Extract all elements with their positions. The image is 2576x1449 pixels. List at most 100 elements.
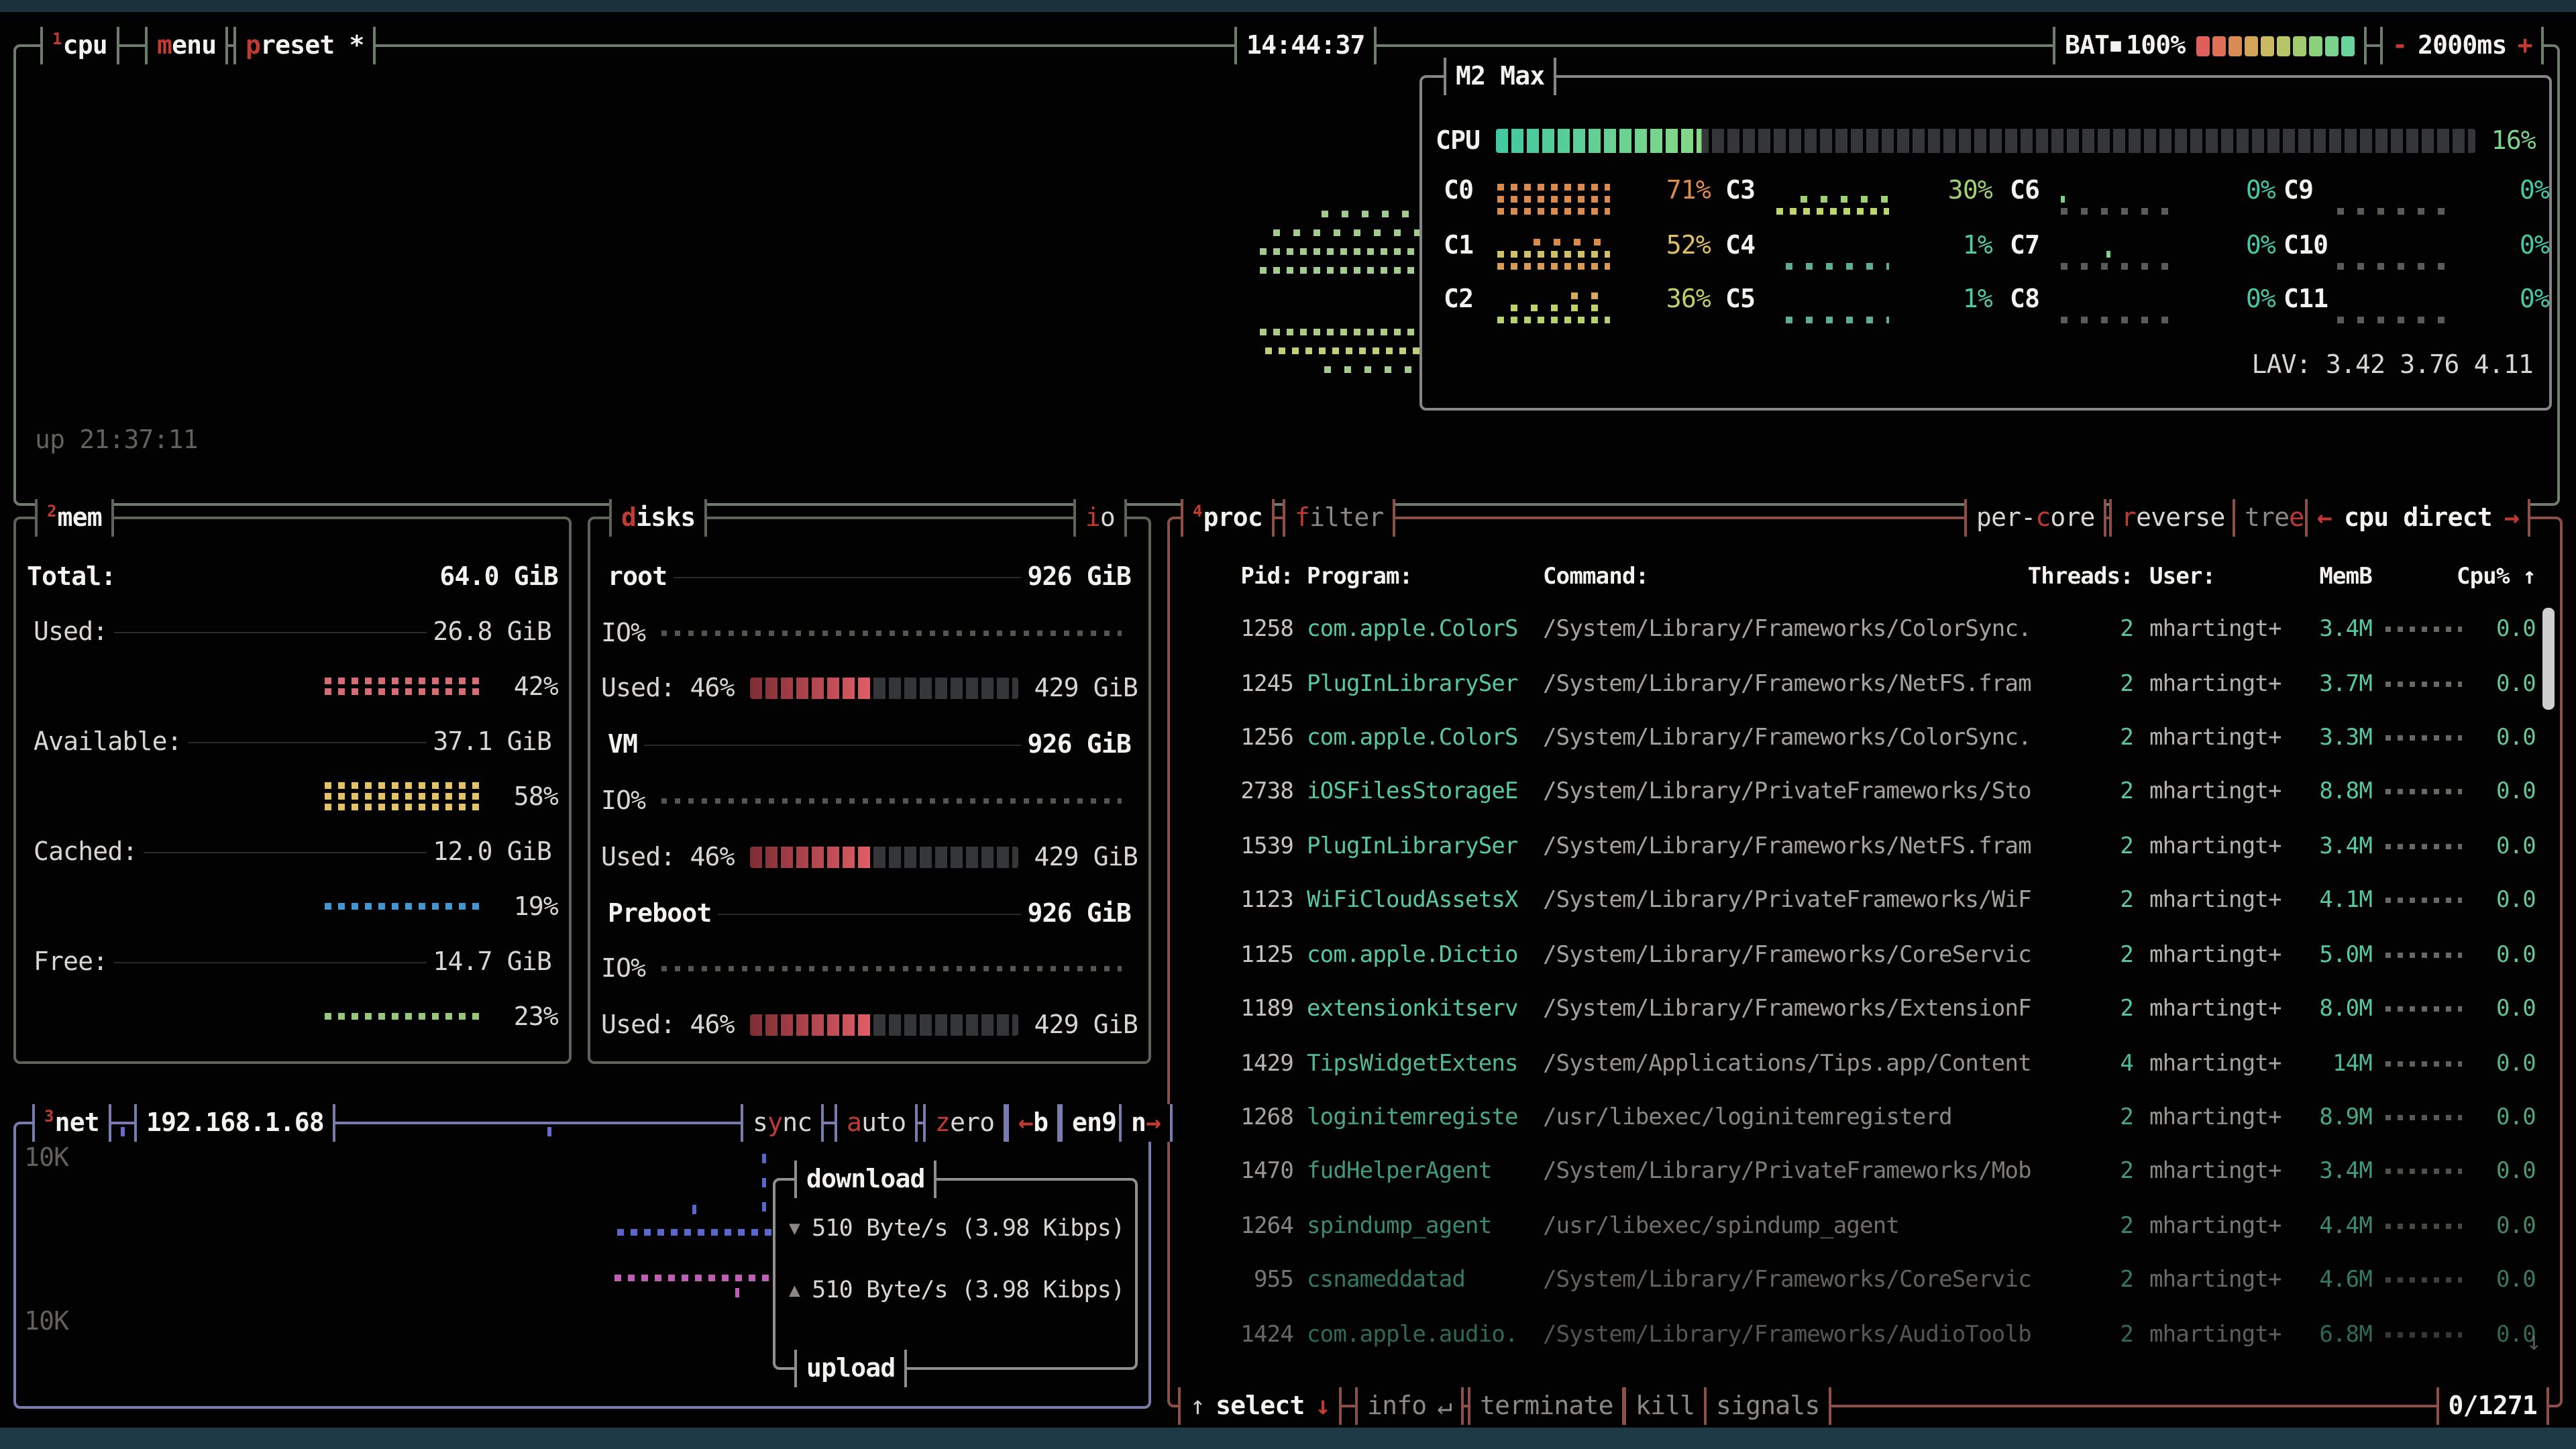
- btop-terminal: 1 cpu menu preset * 14:44:37 BAT■ 100% -…: [0, 0, 2576, 1449]
- sort-next-arrow-icon[interactable]: →: [2504, 503, 2519, 533]
- mem-stat-percent: 23%: [499, 1002, 558, 1031]
- process-row[interactable]: 1429TipsWidgetExtens/System/Applications…: [1181, 1036, 2549, 1091]
- io-toggle[interactable]: io: [1073, 499, 1127, 537]
- select-control[interactable]: ↑ select ↓: [1178, 1387, 1342, 1425]
- process-row[interactable]: 1539PlugInLibrarySer/System/Library/Fram…: [1181, 819, 2549, 873]
- process-mem: 3.4M: [2313, 1159, 2372, 1185]
- process-mem: 8.8M: [2313, 779, 2372, 806]
- column-threads[interactable]: Threads:: [1945, 564, 2133, 590]
- signals-button[interactable]: signals: [1704, 1387, 1832, 1425]
- process-row[interactable]: 1256com.apple.ColorS/System/Library/Fram…: [1181, 711, 2549, 765]
- tab-cpu[interactable]: 1 cpu: [40, 27, 119, 64]
- tab-proc[interactable]: 4 proc: [1181, 499, 1275, 537]
- process-row[interactable]: 1470fudHelperAgent/System/Library/Privat…: [1181, 1144, 2549, 1199]
- menu-label: enu: [172, 31, 216, 60]
- net-speed-box: download upload ▼ 510 Byte/s (3.98 Kibps…: [773, 1178, 1138, 1370]
- mem-stat-meter-row: 23%: [27, 989, 558, 1044]
- disk-used-label: Used: 46%: [601, 843, 735, 872]
- tab-net[interactable]: 3 net: [32, 1104, 111, 1142]
- disk-name: root: [601, 562, 674, 592]
- process-user: mhartingt+: [2149, 616, 2313, 643]
- mem-box: 2 mem Total: 64.0 GiB Used:26.8 GiB42%Av…: [13, 517, 572, 1064]
- net-zero-button[interactable]: zero: [923, 1104, 1006, 1142]
- filter-button[interactable]: filter: [1283, 499, 1396, 537]
- per-core-toggle[interactable]: per-core: [1964, 499, 2107, 537]
- kill-button[interactable]: kill: [1623, 1387, 1707, 1425]
- upload-label: upload: [806, 1354, 895, 1383]
- net-auto-button[interactable]: auto: [835, 1104, 918, 1142]
- process-pid: 1245: [1181, 670, 1293, 697]
- mem-total-value: 64.0 GiB: [439, 561, 558, 591]
- process-program: loginitemregiste: [1307, 1104, 1538, 1131]
- column-program[interactable]: Program:: [1307, 564, 1538, 590]
- disks-box: disks io root926 GiBIO%Used: 46%429 GiBV…: [588, 517, 1151, 1064]
- process-mem: 3.4M: [2313, 616, 2372, 643]
- net-sync-button[interactable]: sync: [741, 1104, 824, 1142]
- process-program: com.apple.Dictio: [1307, 941, 1538, 968]
- preset-button[interactable]: preset *: [233, 27, 376, 64]
- process-row[interactable]: 1245PlugInLibrarySer/System/Library/Fram…: [1181, 657, 2549, 711]
- prev-iface-key: b: [1033, 1108, 1048, 1138]
- tab-mem[interactable]: 2 mem: [35, 499, 114, 537]
- mem-stat-percent: 42%: [499, 672, 558, 701]
- sort-mode-label: cpu direct: [2344, 503, 2492, 533]
- refresh-interval-control: - 2000ms +: [2380, 27, 2544, 64]
- column-memb[interactable]: MemB: [2313, 564, 2372, 590]
- tree-hotkey: e: [2289, 503, 2304, 533]
- disk-io-row: IO%: [601, 941, 1138, 998]
- core-c11: C110%: [1422, 280, 2549, 323]
- interval-increase-button[interactable]: +: [2518, 31, 2532, 60]
- process-row[interactable]: 2738iOSFilesStorageE/System/Library/Priv…: [1181, 765, 2549, 820]
- core-percent: 0%: [2455, 231, 2549, 260]
- process-row[interactable]: 1264spindump_agent/usr/libexec/spindump_…: [1181, 1199, 2549, 1253]
- process-row[interactable]: 1189extensionkitserv/System/Library/Fram…: [1181, 982, 2549, 1036]
- reverse-toggle[interactable]: reverse: [2109, 499, 2237, 537]
- core-label: C9: [2284, 176, 2313, 205]
- tab-disks[interactable]: disks: [609, 499, 707, 537]
- process-mem-graph: [2385, 1224, 2462, 1229]
- ip-value: 192.168.1.68: [146, 1108, 324, 1138]
- process-pid: 1539: [1181, 833, 1293, 860]
- process-row[interactable]: 1424com.apple.audio./System/Library/Fram…: [1181, 1307, 2549, 1362]
- disk-io-label: IO%: [601, 618, 645, 647]
- tree-toggle[interactable]: tree: [2233, 499, 2316, 537]
- menu-button[interactable]: menu: [145, 27, 228, 64]
- column-command[interactable]: Command:: [1543, 564, 1945, 590]
- mem-stat-row: Available:37.1 GiB: [27, 714, 558, 769]
- process-command: /System/Library/PrivateFrameworks/Mob: [1543, 1159, 2045, 1185]
- battery-label: BAT: [2065, 31, 2109, 60]
- net-ip-address: 192.168.1.68: [134, 1104, 336, 1142]
- info-button[interactable]: info ↵: [1355, 1387, 1464, 1425]
- net-prev-iface-button[interactable]: ←b: [1006, 1104, 1060, 1142]
- proc-scrollbar-thumb[interactable]: [2542, 608, 2555, 710]
- process-mem: 5.0M: [2313, 941, 2372, 968]
- preset-label: reset *: [260, 31, 364, 60]
- select-up-icon[interactable]: ↑: [1190, 1391, 1205, 1421]
- process-command: /System/Applications/Tips.app/Content: [1543, 1050, 2045, 1077]
- process-pid: 1429: [1181, 1050, 1293, 1077]
- process-row[interactable]: 1123WiFiCloudAssetsX/System/Library/Priv…: [1181, 873, 2549, 928]
- process-row[interactable]: 1268loginitemregiste/usr/libexec/loginit…: [1181, 1091, 2549, 1145]
- process-command: /System/Library/Frameworks/ExtensionF: [1543, 996, 2045, 1022]
- net-next-iface-button[interactable]: n→: [1119, 1104, 1173, 1142]
- process-pid: 1258: [1181, 616, 1293, 643]
- process-row[interactable]: 1125com.apple.Dictio/System/Library/Fram…: [1181, 928, 2549, 982]
- process-pid: 1256: [1181, 724, 1293, 751]
- net-box-number: 3: [44, 1107, 54, 1126]
- select-down-icon[interactable]: ↓: [1316, 1391, 1330, 1421]
- battery-block: [2324, 36, 2338, 56]
- disks-box-label: isks: [636, 503, 695, 533]
- process-pid: 2738: [1181, 779, 1293, 806]
- interval-decrease-button[interactable]: -: [2392, 31, 2407, 60]
- column-cpu[interactable]: Cpu% ↑: [2372, 564, 2536, 590]
- disk-name-row: root926 GiB: [601, 549, 1138, 605]
- column-user[interactable]: User:: [2149, 564, 2313, 590]
- terminate-button[interactable]: terminate: [1468, 1387, 1625, 1425]
- process-user: mhartingt+: [2149, 888, 2313, 914]
- column-pid[interactable]: Pid:: [1181, 564, 1293, 590]
- process-command: /System/Library/Frameworks/CoreServic: [1543, 1267, 2045, 1294]
- process-row[interactable]: 1258com.apple.ColorS/System/Library/Fram…: [1181, 602, 2549, 657]
- core-percent: 0%: [2455, 176, 2549, 205]
- process-row[interactable]: 955csnameddatad/System/Library/Framework…: [1181, 1253, 2549, 1307]
- sort-prev-arrow-icon[interactable]: ←: [2317, 503, 2332, 533]
